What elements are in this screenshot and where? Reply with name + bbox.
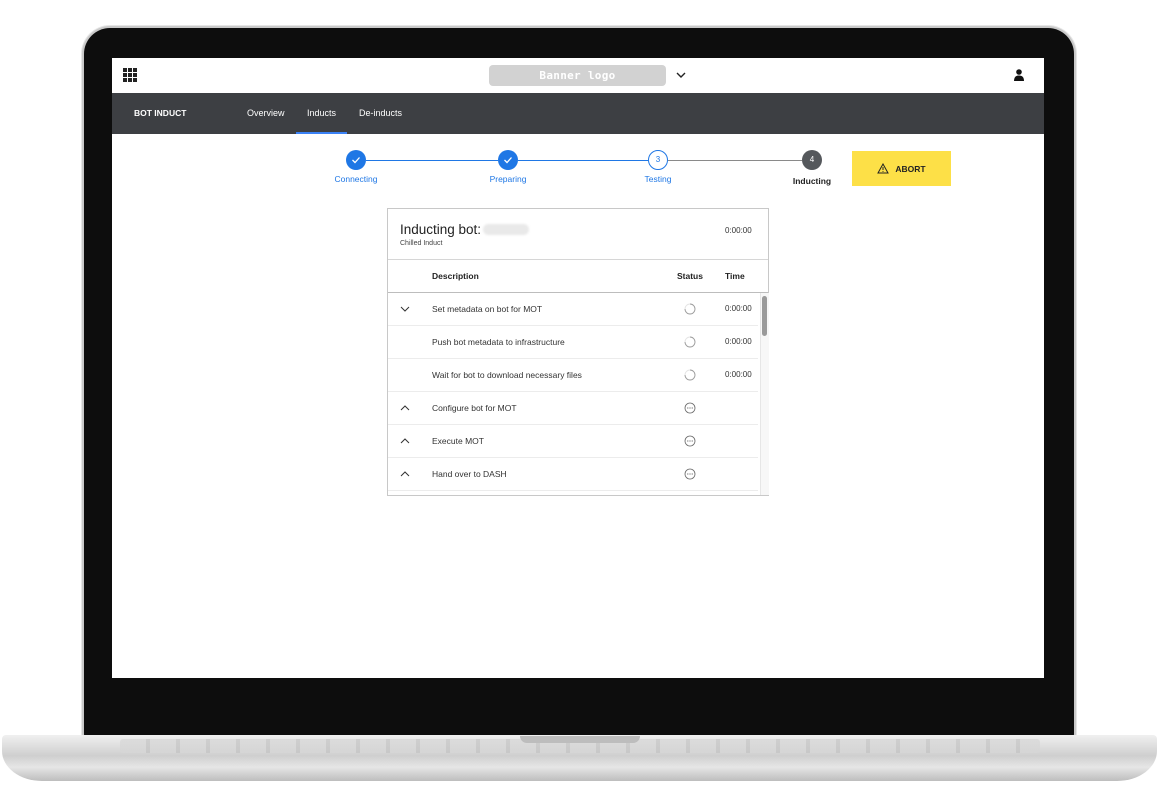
- chevron-up-icon[interactable]: [400, 403, 410, 413]
- abort-label: ABORT: [895, 163, 926, 174]
- user-icon[interactable]: [1012, 68, 1026, 82]
- task-time: 0:00:00: [725, 370, 752, 379]
- step-connector: [518, 160, 648, 161]
- loading-spinner-icon: [684, 303, 696, 315]
- chevron-down-icon[interactable]: [674, 68, 688, 82]
- step-label-preparing: Preparing: [489, 174, 527, 184]
- task-description: Wait for bot to download necessary files: [432, 370, 582, 380]
- table-row[interactable]: Set metadata on bot for MOT 0:00:00: [388, 293, 758, 326]
- task-description: Hand over to DASH: [432, 469, 507, 479]
- banner-logo: Banner logo: [489, 65, 666, 86]
- pending-dots-icon: [684, 468, 696, 480]
- warning-triangle-icon: [877, 163, 890, 174]
- step-1-check-icon: [346, 150, 366, 170]
- apps-grid-icon[interactable]: [123, 68, 137, 82]
- abort-button[interactable]: ABORT: [852, 151, 951, 186]
- panel-title: Inducting bot:: [400, 222, 530, 237]
- panel-timer: 0:00:00: [725, 226, 752, 235]
- table-header: Description Status Time: [388, 260, 768, 293]
- scrollbar[interactable]: [760, 293, 769, 495]
- induct-task-panel: Inducting bot: Chilled Induct 0:00:00 De…: [387, 208, 769, 496]
- loading-spinner-icon: [684, 336, 696, 348]
- task-description: Configure bot for MOT: [432, 403, 517, 413]
- step-connector: [366, 160, 498, 161]
- task-time: 0:00:00: [725, 337, 752, 346]
- task-description: Set metadata on bot for MOT: [432, 304, 543, 314]
- panel-title-text: Inducting bot:: [400, 222, 482, 237]
- step-label-inducting: Inducting: [792, 176, 832, 186]
- table-row: Push bot metadata to infrastructure 0:00…: [388, 326, 758, 359]
- step-2-check-icon: [498, 150, 518, 170]
- task-description: Execute MOT: [432, 436, 484, 446]
- step-4-number: 4: [802, 150, 822, 170]
- column-time: Time: [725, 271, 745, 281]
- chevron-up-icon[interactable]: [400, 469, 410, 479]
- column-status: Status: [677, 271, 703, 281]
- tab-de-inducts[interactable]: De-inducts: [348, 93, 413, 134]
- step-3-number: 3: [648, 150, 668, 170]
- progress-stepper: Connecting Preparing 3 Testing 4 Inducti…: [112, 134, 1044, 204]
- task-time: 0:00:00: [725, 304, 752, 313]
- table-row[interactable]: Execute MOT: [388, 425, 758, 458]
- table-row[interactable]: Configure bot for MOT: [388, 392, 758, 425]
- redacted-bot-id: [483, 224, 530, 235]
- step-label-testing: Testing: [644, 174, 672, 184]
- panel-header: Inducting bot: Chilled Induct 0:00:00: [388, 209, 768, 260]
- tab-inducts[interactable]: Inducts: [296, 93, 348, 134]
- step-label-connecting: Connecting: [334, 174, 378, 184]
- pending-dots-icon: [684, 435, 696, 447]
- step-connector: [668, 160, 802, 161]
- scrollbar-thumb[interactable]: [762, 296, 767, 336]
- pending-dots-icon: [684, 402, 696, 414]
- laptop-notch: [520, 736, 640, 743]
- top-bar: Banner logo: [112, 58, 1044, 93]
- tab-overview[interactable]: Overview: [236, 93, 296, 134]
- table-row: Wait for bot to download necessary files…: [388, 359, 758, 392]
- nav-bar: BOT INDUCT Overview Inducts De-inducts: [112, 93, 1044, 134]
- panel-subtitle: Chilled Induct: [400, 240, 443, 247]
- nav-brand: BOT INDUCT: [134, 108, 187, 118]
- chevron-down-icon[interactable]: [400, 304, 410, 314]
- chevron-up-icon[interactable]: [400, 436, 410, 446]
- loading-spinner-icon: [684, 369, 696, 381]
- column-description: Description: [432, 271, 479, 281]
- table-row[interactable]: Hand over to DASH: [388, 458, 758, 491]
- app-screen: Banner logo BOT INDUCT Overview Inducts …: [112, 58, 1044, 678]
- task-description: Push bot metadata to infrastructure: [432, 337, 565, 347]
